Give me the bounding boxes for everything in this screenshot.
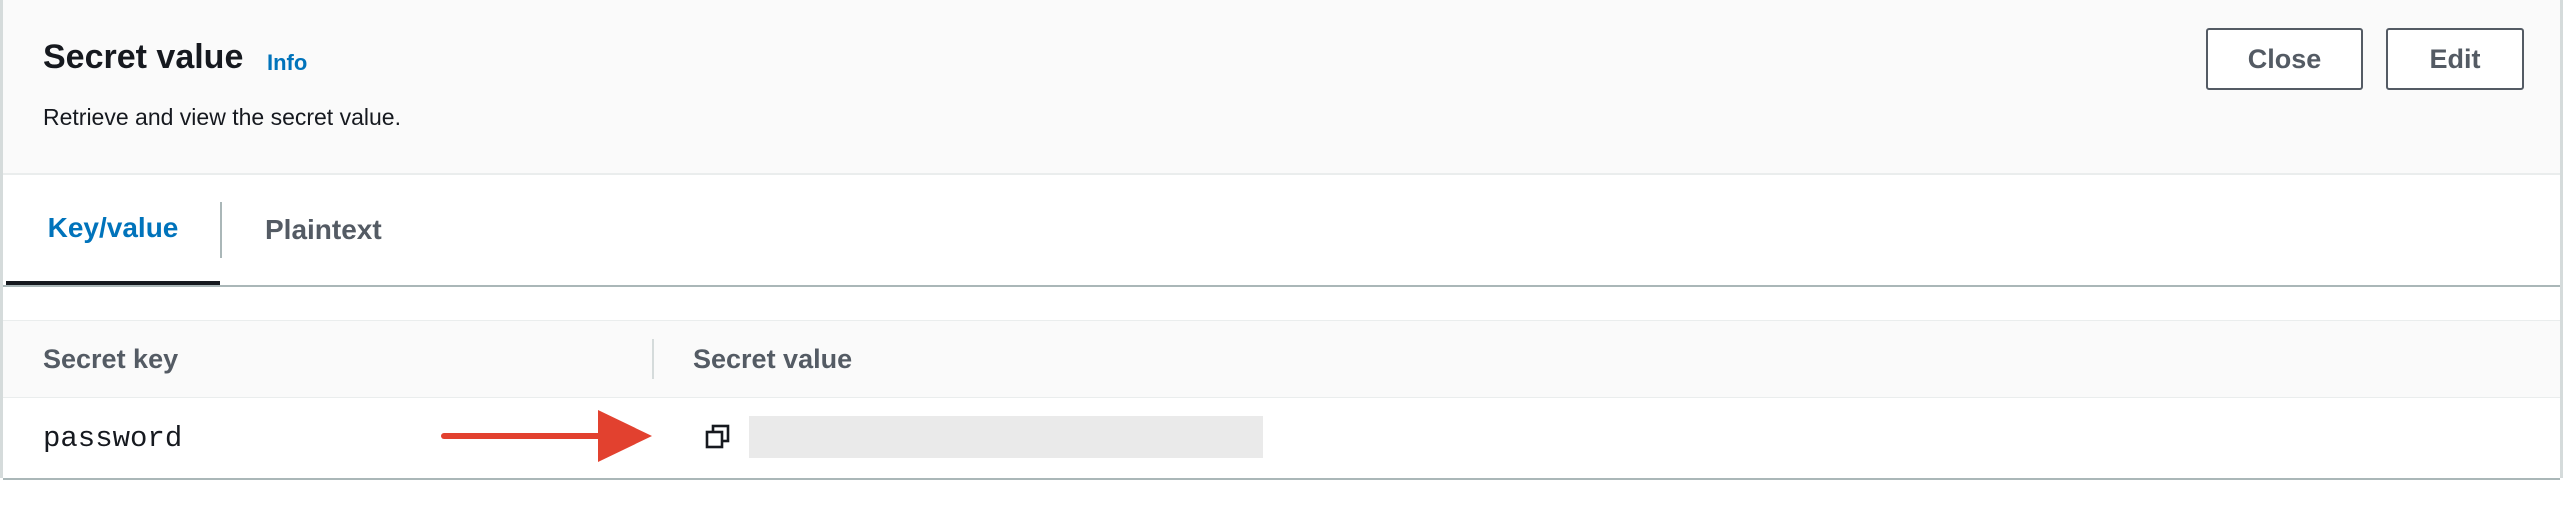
column-header-secret-key: Secret key [43, 343, 179, 374]
page-subtitle: Retrieve and view the secret value. [43, 104, 401, 130]
table-header: Secret key Secret value [3, 320, 2560, 399]
copy-icon[interactable] [703, 422, 733, 452]
column-divider [652, 339, 654, 379]
info-link[interactable]: Info [267, 50, 307, 76]
tab-bar: Key/value Plaintext [3, 175, 2560, 287]
masked-secret-value [749, 416, 1263, 458]
red-arrow-annotation [441, 410, 652, 462]
edit-button[interactable]: Edit [2386, 28, 2524, 90]
tab-key-value[interactable]: Key/value [6, 175, 220, 285]
column-header-secret-value: Secret value [693, 343, 853, 374]
page-title: Secret value [43, 38, 244, 76]
tab-divider [220, 202, 222, 258]
panel-header: Secret value Info Retrieve and view the … [3, 0, 2560, 175]
table-row: password [3, 398, 2560, 480]
secret-value-panel: Secret value Info Retrieve and view the … [0, 0, 2563, 480]
close-button[interactable]: Close [2206, 28, 2363, 90]
secret-key-cell: password [43, 421, 183, 455]
tab-plaintext[interactable]: Plaintext [265, 175, 382, 285]
